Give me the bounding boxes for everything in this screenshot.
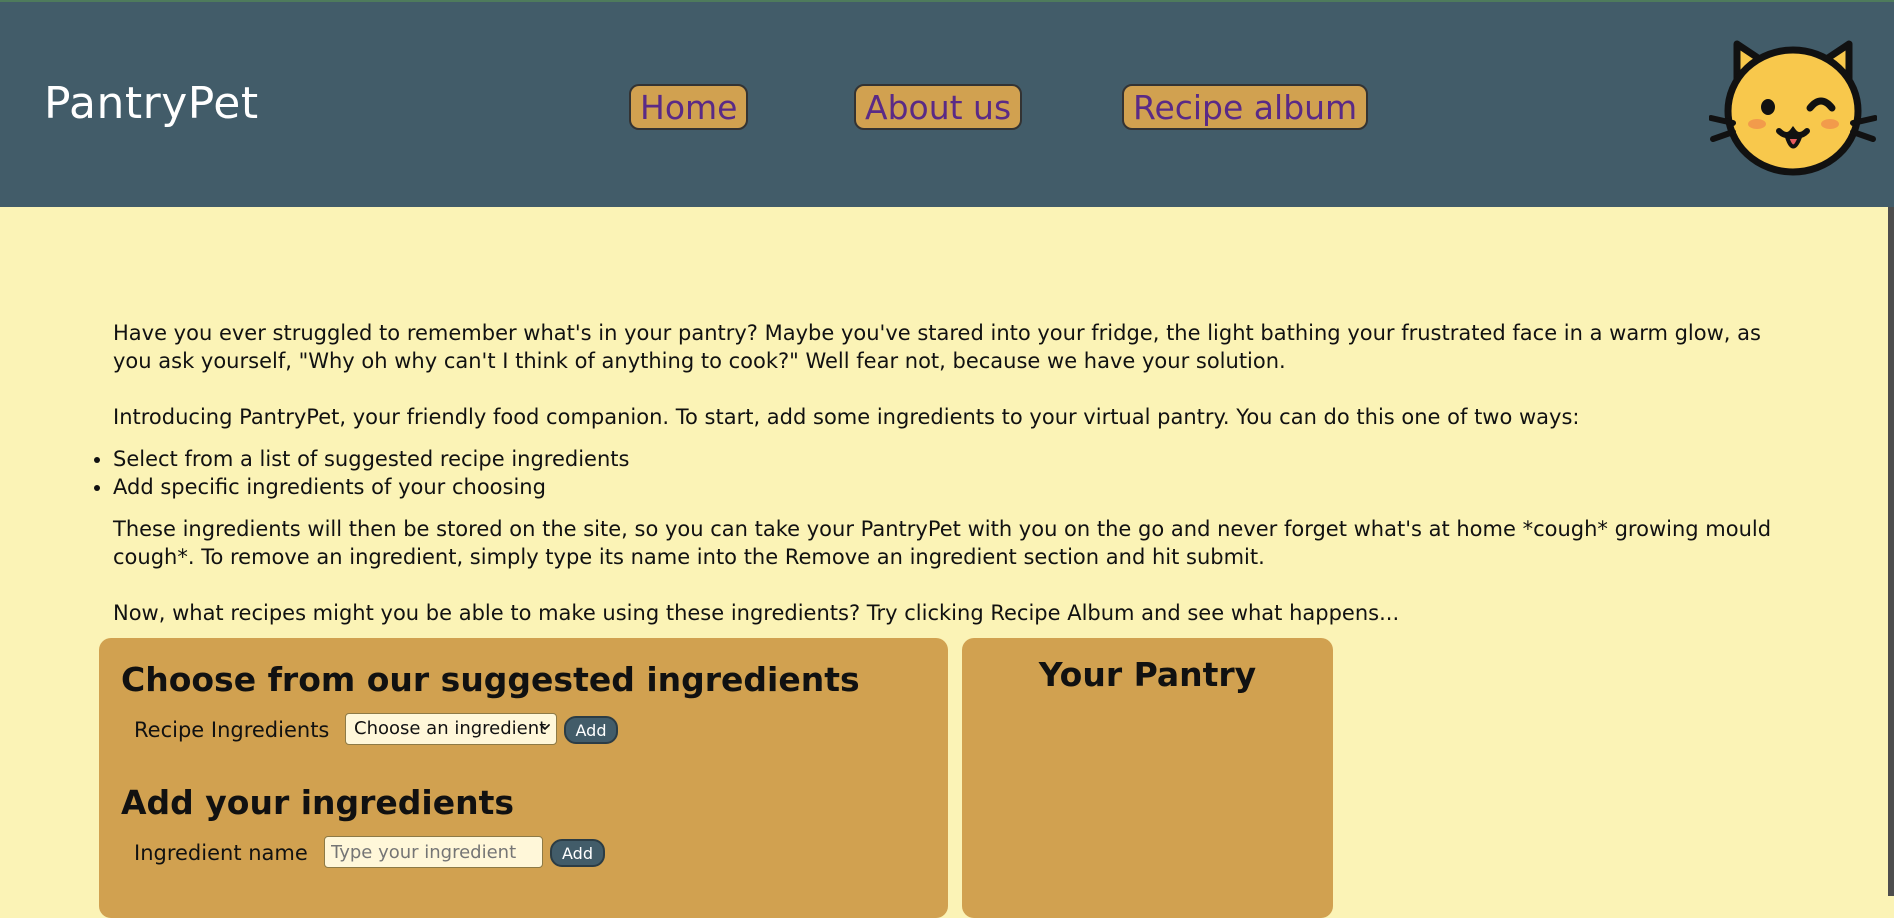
suggested-ingredients-heading: Choose from our suggested ingredients (121, 660, 860, 699)
instructions-paragraph: Introducing PantryPet, your friendly foo… (113, 405, 1580, 429)
add-custom-ingredient-button[interactable]: Add (550, 839, 605, 867)
storage-paragraph: These ingredients will then be stored on… (113, 517, 1772, 569)
cat-right-cheek (1821, 119, 1839, 129)
intro-content: Have you ever struggled to remember what… (113, 319, 1795, 627)
scrollbar[interactable] (1888, 207, 1894, 896)
your-pantry-heading: Your Pantry (1038, 655, 1257, 694)
intro-paragraph: Have you ever struggled to remember what… (113, 321, 1761, 373)
cat-right-whisker-bottom (1850, 129, 1876, 142)
your-pantry-panel: Your Pantry (962, 638, 1333, 918)
chevron-down-icon (540, 724, 550, 730)
about-us-nav-button[interactable]: About us (854, 84, 1023, 130)
method-list-item-suggested: Select from a list of suggested recipe i… (113, 445, 1795, 473)
cat-left-eye (1761, 99, 1775, 115)
ingredient-name-label: Ingredient name (134, 841, 308, 865)
ingredient-name-input[interactable] (324, 836, 543, 868)
brand-title: PantryPet (44, 78, 259, 129)
recipe-ingredient-select[interactable]: Choose an ingredient (345, 713, 557, 745)
ingredient-entry-panel: Choose from our suggested ingredients Re… (99, 638, 948, 918)
ingredient-method-list: Select from a list of suggested recipe i… (113, 445, 1795, 501)
site-header: PantryPet Home About us Recipe album (0, 0, 1894, 207)
recipe-ingredient-select-value: Choose an ingredient (354, 718, 547, 739)
cat-head (1724, 46, 1862, 176)
home-nav-button[interactable]: Home (629, 84, 749, 130)
cat-tongue (1785, 135, 1802, 149)
winking-cat-face-icon (1709, 40, 1877, 176)
recipe-ingredients-label: Recipe Ingredients (134, 718, 330, 742)
add-suggested-ingredient-button[interactable]: Add (564, 716, 618, 744)
add-your-ingredients-heading: Add your ingredients (121, 783, 515, 822)
cat-left-whisker-bottom (1710, 129, 1736, 142)
cat-left-cheek (1748, 119, 1766, 129)
chevron-down-path (540, 724, 550, 730)
recipe-album-nav-button[interactable]: Recipe album (1122, 84, 1369, 130)
method-list-item-custom: Add specific ingredients of your choosin… (113, 473, 1795, 501)
cat-mouth (1776, 126, 1810, 138)
recipe-album-prompt: Now, what recipes might you be able to m… (113, 601, 1400, 625)
